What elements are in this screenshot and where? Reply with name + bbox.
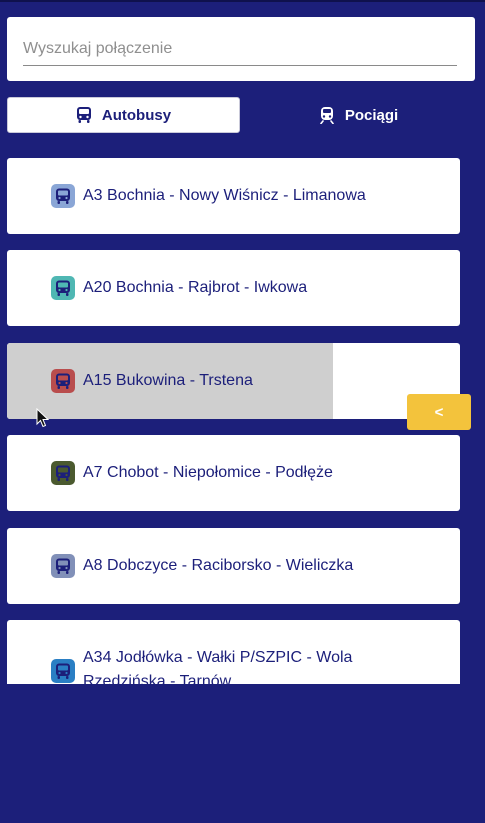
tab-autobusy[interactable]: Autobusy xyxy=(7,97,240,133)
route-label: A20 Bochnia - Rajbrot - Iwkowa xyxy=(83,279,308,296)
bus-icon xyxy=(51,461,75,485)
search-input[interactable] xyxy=(23,35,457,66)
bus-icon xyxy=(51,659,75,683)
search-card xyxy=(7,17,475,81)
route-label: A15 Bukowina - Trstena xyxy=(83,372,253,389)
bus-icon xyxy=(51,184,75,208)
status-strip xyxy=(0,0,485,2)
swipe-action-label: < xyxy=(434,403,444,421)
route-item-a34[interactable]: A34 Jodłówka - Wałki P/SZPIC - Wola Rzed… xyxy=(7,620,460,684)
route-label: A34 Jodłówka - Wałki P/SZPIC - Wola Rzed… xyxy=(83,649,353,684)
train-icon xyxy=(319,106,335,124)
swipe-action-button[interactable]: < xyxy=(407,394,471,430)
route-label: A8 Dobczyce - Raciborsko - Wieliczka xyxy=(83,557,354,574)
tab-label: Autobusy xyxy=(101,106,172,124)
route-item-a8[interactable]: A8 Dobczyce - Raciborsko - Wieliczka xyxy=(7,528,460,604)
route-item-a20[interactable]: A20 Bochnia - Rajbrot - Iwkowa xyxy=(7,250,460,326)
tab-pociagi[interactable]: Pociągi xyxy=(242,97,475,133)
route-item-a7[interactable]: A7 Chobot - Niepołomice - Podłęże xyxy=(7,435,460,511)
tab-label: Pociągi xyxy=(344,106,399,124)
route-label: A3 Bochnia - Nowy Wiśnicz - Limanowa xyxy=(83,187,366,204)
bus-icon xyxy=(51,276,75,300)
bus-icon xyxy=(76,106,92,124)
bus-icon xyxy=(51,369,75,393)
route-item-a3[interactable]: A3 Bochnia - Nowy Wiśnicz - Limanowa xyxy=(7,158,460,234)
mouse-cursor-icon xyxy=(36,408,50,428)
route-label: A7 Chobot - Niepołomice - Podłęże xyxy=(83,464,333,481)
bus-icon xyxy=(51,554,75,578)
route-item-a15[interactable]: A15 Bukowina - Trstena xyxy=(7,343,460,419)
